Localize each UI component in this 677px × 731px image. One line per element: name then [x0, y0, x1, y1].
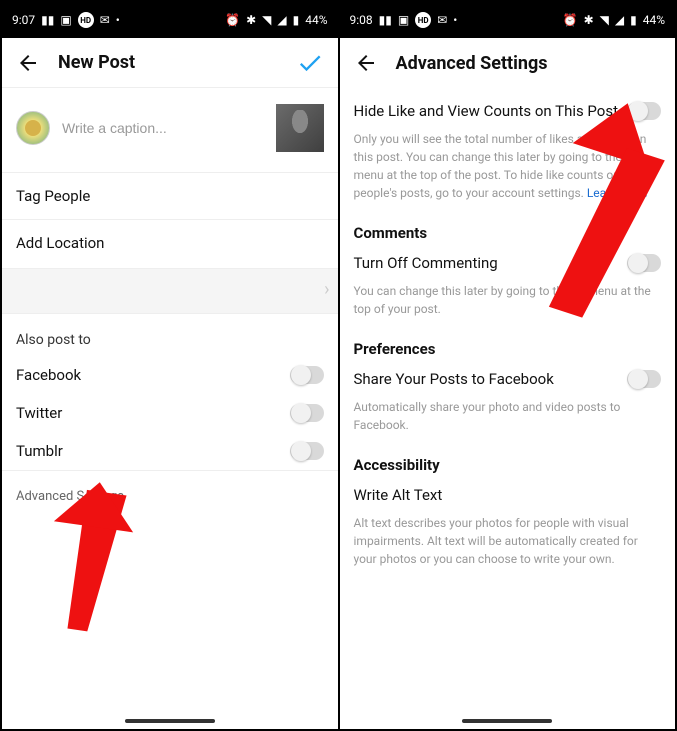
share-tumblr-row: Tumblr [2, 432, 338, 470]
hd-icon: HD [415, 12, 431, 28]
chat-icon: ▣ [398, 13, 409, 27]
bluetooth-icon: ✱ [584, 13, 594, 27]
commenting-toggle[interactable] [627, 254, 661, 272]
share-facebook-toggle[interactable] [290, 366, 324, 384]
share-tumblr-label: Tumblr [16, 442, 63, 460]
alt-text-desc: Alt text describes your photos for peopl… [354, 504, 662, 568]
alt-text-label: Write Alt Text [354, 486, 443, 504]
page-title: New Post [58, 52, 296, 73]
mail-icon: ✉ [437, 13, 447, 27]
status-time: 9:08 [350, 13, 373, 27]
caption-row [2, 88, 338, 172]
status-battery: 44% [305, 13, 327, 27]
nav-handle[interactable] [462, 719, 552, 723]
header: New Post [2, 38, 338, 88]
confirm-icon[interactable] [296, 49, 324, 77]
location-suggestions[interactable] [2, 268, 338, 314]
status-bar: 9:08 ▮▮ ▣ HD ✉ • ⏰ ✱ ◥ ◢ ▮ 44% [340, 2, 676, 38]
status-time: 9:07 [12, 13, 35, 27]
mail-icon: ✉ [100, 13, 110, 27]
share-fb-desc: Automatically share your photo and video… [354, 388, 662, 434]
accessibility-heading: Accessibility [340, 440, 676, 480]
left-screen: 9:07 ▮▮ ▣ HD ✉ • ⏰ ✱ ◥ ◢ ▮ 44% New Post [2, 2, 338, 729]
commenting-desc: You can change this later by going to th… [354, 272, 662, 318]
nav-handle[interactable] [125, 719, 215, 723]
battery-icon: ▮ [293, 13, 300, 27]
share-twitter-row: Twitter [2, 394, 338, 432]
battery-icon: ▮ [630, 13, 637, 27]
pause-icon: ▮▮ [379, 13, 392, 27]
page-title: Advanced Settings [396, 53, 662, 74]
dot-icon: • [116, 13, 120, 27]
tag-people-row[interactable]: Tag People [2, 172, 338, 219]
add-location-row[interactable]: Add Location [2, 219, 338, 266]
pause-icon: ▮▮ [41, 13, 54, 27]
signal-icon: ◢ [615, 13, 624, 27]
wifi-icon: ◥ [262, 13, 271, 27]
share-twitter-toggle[interactable] [290, 404, 324, 422]
share-tumblr-toggle[interactable] [290, 442, 324, 460]
share-fb-label: Share Your Posts to Facebook [354, 370, 554, 388]
post-thumbnail[interactable] [276, 104, 324, 152]
bluetooth-icon: ✱ [246, 13, 256, 27]
status-bar: 9:07 ▮▮ ▣ HD ✉ • ⏰ ✱ ◥ ◢ ▮ 44% [2, 2, 338, 38]
signal-icon: ◢ [277, 13, 286, 27]
chat-icon: ▣ [60, 13, 71, 27]
alarm-icon: ⏰ [225, 13, 240, 27]
commenting-label: Turn Off Commenting [354, 254, 498, 272]
share-facebook-label: Facebook [16, 366, 81, 384]
hide-counts-label: Hide Like and View Counts on This Post [354, 102, 619, 120]
back-icon[interactable] [354, 51, 378, 75]
hide-counts-toggle[interactable] [627, 102, 661, 120]
learn-more-link[interactable]: Learn More [587, 186, 648, 200]
share-twitter-label: Twitter [16, 404, 62, 422]
commenting-block: Turn Off Commenting You can change this … [340, 248, 676, 324]
hd-icon: HD [78, 12, 94, 28]
share-fb-toggle[interactable] [627, 370, 661, 388]
advanced-settings-link[interactable]: Advanced Settings [2, 470, 338, 522]
share-facebook-row: Facebook [2, 356, 338, 394]
comments-heading: Comments [340, 208, 676, 248]
share-fb-block: Share Your Posts to Facebook Automatical… [340, 364, 676, 440]
preferences-heading: Preferences [340, 324, 676, 364]
alarm-icon: ⏰ [563, 13, 578, 27]
status-battery: 44% [643, 13, 665, 27]
right-screen: 9:08 ▮▮ ▣ HD ✉ • ⏰ ✱ ◥ ◢ ▮ 44% Advanced … [340, 2, 676, 729]
avatar [16, 111, 50, 145]
hide-counts-desc: Only you will see the total number of li… [354, 120, 662, 202]
also-post-to-label: Also post to [2, 314, 338, 356]
caption-input[interactable] [62, 120, 264, 136]
hide-counts-block: Hide Like and View Counts on This Post O… [340, 88, 676, 208]
header: Advanced Settings [340, 38, 676, 88]
alt-text-block[interactable]: Write Alt Text Alt text describes your p… [340, 480, 676, 574]
back-icon[interactable] [16, 51, 40, 75]
wifi-icon: ◥ [600, 13, 609, 27]
dot-icon: • [453, 13, 457, 27]
